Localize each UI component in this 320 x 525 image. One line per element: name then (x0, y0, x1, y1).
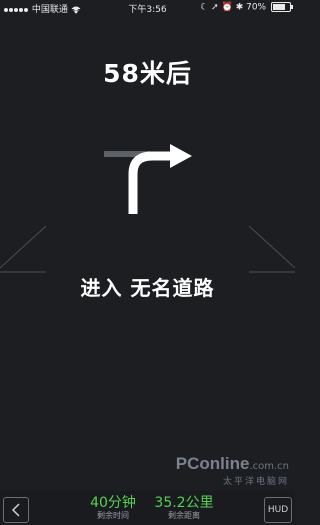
battery-icon (271, 2, 293, 12)
bluetooth-icon: ✱ (235, 2, 244, 13)
watermark-subtitle: 太平洋电脑网 (222, 477, 289, 487)
status-bar: 中国联通 下午3:56 ☾ ➚ ⏰ ✱ 70% (0, 0, 295, 16)
remaining-distance-stat: 35.2公里 剩余距离 (145, 495, 223, 521)
chevron-left-icon (11, 503, 20, 517)
remaining-time-stat: 40分钟 剩余时间 (84, 495, 142, 521)
remaining-time-value: 40分钟 (90, 495, 136, 511)
location-icon: ➚ (211, 2, 219, 13)
watermark-logo: PConline (175, 454, 250, 473)
next-road-name: 进入 无名道路 (80, 276, 215, 300)
alarm-icon: ⏰ (221, 2, 233, 13)
moon-icon: ☾ (200, 2, 209, 13)
distance-to-turn: 58米后 (103, 59, 192, 88)
turn-right-arrow-icon (96, 130, 206, 234)
back-button[interactable] (3, 497, 29, 523)
status-right-group: ☾ ➚ ⏰ ✱ 70% (200, 2, 293, 13)
bottom-bar: 40分钟 剩余时间 35.2公里 剩余距离 HUD (0, 491, 295, 525)
remaining-distance-label: 剩余距离 (168, 511, 200, 520)
remaining-distance-value: 35.2公里 (154, 495, 214, 511)
battery-percent: 70% (246, 2, 267, 13)
watermark-domain: .com.cn (249, 461, 289, 472)
hud-button[interactable]: HUD (264, 497, 292, 523)
remaining-time-label: 剩余时间 (97, 511, 129, 520)
watermark: PConline.com.cn 太平洋电脑网 (176, 454, 289, 487)
